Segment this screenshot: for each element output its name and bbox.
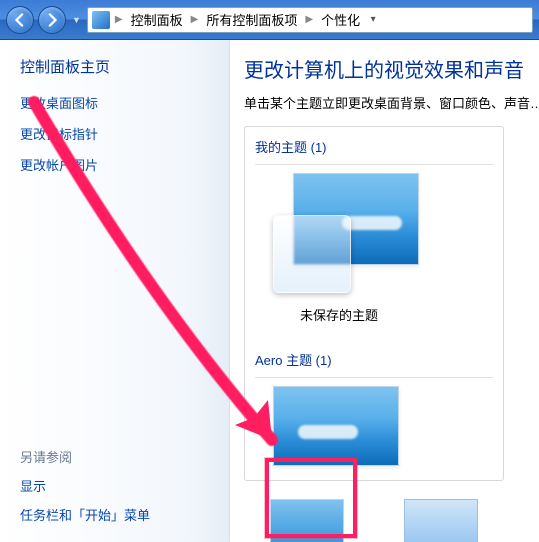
address-dropdown[interactable]: ▾ (365, 14, 381, 25)
divider (255, 377, 493, 378)
group-label-my-themes: 我的主题 (1) (255, 137, 493, 156)
sidebar-home-link[interactable]: 控制面板主页 (20, 56, 223, 77)
breadcrumb-item[interactable]: 所有控制面板项 (203, 8, 300, 31)
page-subtitle: 单击某个主题立即更改桌面背景、窗口颜色、声音… (244, 93, 539, 112)
wallpaper-icon (270, 499, 344, 542)
window-color-preview (273, 215, 351, 293)
nav-back-button[interactable] (6, 6, 34, 34)
theme-item-aero[interactable] (273, 386, 399, 466)
explorer-nav-bar: ▼ ▶ 控制面板 ▶ 所有控制面板项 ▶ 个性化 ▾ (0, 0, 539, 40)
chevron-right-icon: ▶ (302, 14, 316, 25)
breadcrumb-item[interactable]: 控制面板 (128, 8, 186, 31)
arrow-left-icon (13, 13, 27, 27)
sidebar-see-also-label: 另请参阅 (20, 447, 223, 466)
body: 控制面板主页 更改桌面图标 更改鼠标指针 更改帐户图片 另请参阅 显示 任务栏和… (0, 40, 539, 542)
chevron-right-icon: ▶ (188, 14, 202, 25)
nav-history-dropdown[interactable]: ▼ (70, 15, 83, 25)
sidebar: 控制面板主页 更改桌面图标 更改鼠标指针 更改帐户图片 另请参阅 显示 任务栏和… (0, 40, 230, 542)
breadcrumb-item[interactable]: 个性化 (318, 8, 363, 31)
sidebar-link-desktop-icons[interactable]: 更改桌面图标 (20, 93, 223, 112)
control-panel-icon (92, 11, 110, 29)
sidebar-link-display[interactable]: 显示 (20, 476, 223, 495)
option-desktop-background[interactable]: 桌面背景 (270, 499, 344, 542)
cloud-icon (342, 216, 402, 230)
divider (255, 164, 493, 165)
sidebar-link-mouse-pointer[interactable]: 更改鼠标指针 (20, 124, 223, 143)
group-label-aero-themes: Aero 主题 (1) (255, 350, 493, 369)
page-title: 更改计算机上的视觉效果和声音 (244, 54, 539, 83)
sidebar-link-account-picture[interactable]: 更改帐户图片 (20, 155, 223, 174)
address-bar[interactable]: ▶ 控制面板 ▶ 所有控制面板项 ▶ 个性化 ▾ (87, 7, 533, 33)
sidebar-link-taskbar-start[interactable]: 任务栏和「开始」菜单 (20, 505, 223, 524)
main-content: 更改计算机上的视觉效果和声音 单击某个主题立即更改桌面背景、窗口颜色、声音… 我… (230, 40, 539, 542)
arrow-right-icon (45, 13, 59, 27)
nav-forward-button[interactable] (38, 6, 66, 34)
themes-panel: 我的主题 (1) 未保存的主题 Aero 主题 (1) (244, 126, 504, 481)
theme-caption: 未保存的主题 (265, 305, 413, 324)
window-color-icon (404, 499, 478, 542)
chevron-right-icon: ▶ (112, 14, 126, 25)
option-window-color[interactable]: 窗口颜色 (404, 499, 478, 542)
theme-item-unsaved[interactable] (273, 173, 421, 297)
option-row: 桌面背景 窗口颜色 (270, 499, 539, 542)
